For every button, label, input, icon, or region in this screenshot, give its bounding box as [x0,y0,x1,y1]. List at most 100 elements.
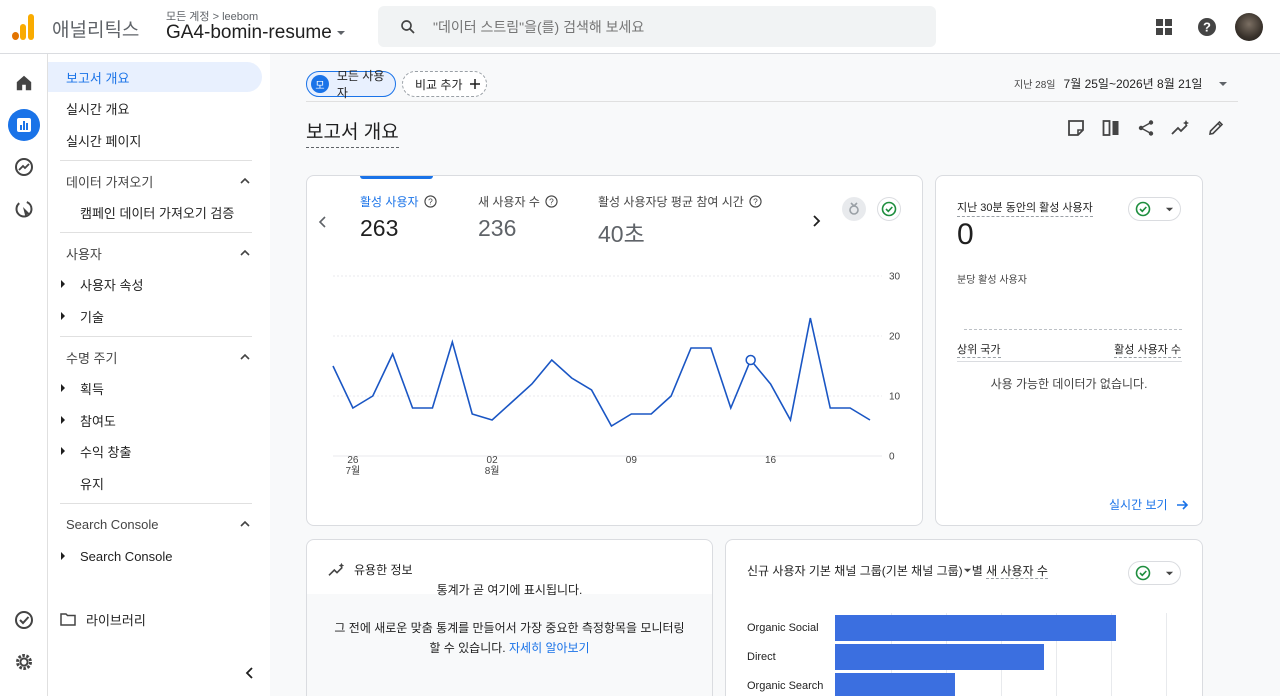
section-label: 데이터 가져오기 [66,174,154,190]
channel-bar[interactable] [835,644,1044,670]
metric-new-users[interactable]: 새 사용자 수 ? 236 [478,193,558,242]
section-search-console[interactable]: Search Console [48,509,262,539]
channel-title-mid: 별 [971,564,983,578]
sidebar-item-retention[interactable]: 유지 [48,468,262,498]
sidebar-item-label: 기술 [80,309,104,325]
help-outline-icon[interactable]: ? [545,195,558,208]
date-range-picker[interactable]: 지난 28일 7월 25일~2026년 8월 21일 [1014,75,1228,92]
app-name: 애널리틱스 [52,20,140,41]
insights-empty-title: 통계가 곧 여기에 표시됩니다. [436,583,583,597]
sidebar-item-monetization[interactable]: 수익 창출 [48,436,262,466]
search-input[interactable] [433,18,913,35]
caret-down-icon[interactable] [963,566,972,575]
gear-icon[interactable] [8,646,40,678]
metric-avg-engagement[interactable]: 활성 사용자당 평균 참여 시간 ? 40초 [598,193,762,249]
analytics-logo[interactable] [12,14,36,40]
sidebar-item-search-console[interactable]: Search Console [48,541,262,571]
property-name: GA4-bomin-resume [166,22,332,43]
property-selector[interactable]: GA4-bomin-resume [166,22,346,44]
nav-rail [0,54,48,696]
metric-active-users[interactable]: 활성 사용자 ? 263 [360,193,437,242]
per-minute-sparkline [964,329,1182,330]
realtime-options-dropdown[interactable] [1128,197,1181,221]
column-header-active-users[interactable]: 활성 사용자 수 [1114,341,1181,358]
insights-title: 유용한 정보 [354,563,413,577]
edit-icon[interactable] [1204,116,1228,140]
check-circle-icon[interactable] [877,197,901,221]
sidebar-item-label: 유지 [80,476,104,492]
column-header-country[interactable]: 상위 국가 [957,341,1001,358]
advertising-icon[interactable] [8,193,40,225]
realtime-value: 0 [957,218,974,251]
insights-description-tail: 있습니다. [458,641,506,655]
share-icon[interactable] [1134,116,1158,140]
add-comparison-button[interactable]: 비교 추가 [402,71,487,97]
avatar[interactable] [1235,13,1263,41]
chevron-left-icon[interactable] [311,210,335,234]
sidebar-item-engagement[interactable]: 참여도 [48,405,262,435]
sidebar-item-user-attributes[interactable]: 사용자 속성 [48,269,262,299]
collapse-nav-button[interactable] [238,661,262,685]
section-data-import[interactable]: 데이터 가져오기 [48,166,262,196]
sidebar-footer: 라이브러리 [60,607,264,696]
section-users[interactable]: 사용자 [48,238,262,268]
x-tick-label: 02 [487,455,499,466]
library-link[interactable]: 라이브러리 [60,607,146,631]
caret-down-icon [1219,81,1228,86]
sidebar-item-campaign-import[interactable]: 캠페인 데이터 가져오기 검증 [48,197,262,227]
sidebar-item-acquisition[interactable]: 획득 [48,373,262,403]
explore-icon[interactable] [8,151,40,183]
sidebar: 보고서 개요 실시간 개요 실시간 페이지 데이터 가져오기 캠페인 데이터 가… [48,54,270,696]
help-outline-icon[interactable]: ? [749,195,762,208]
metric-value: 40초 [598,221,645,247]
sidebar-item-realtime-pages[interactable]: 실시간 페이지 [48,125,262,155]
x-tick-month-label: 8월 [485,465,500,477]
active-users-line-chart[interactable]: 30 20 10 0 26 02 09 16 7월 8월 [307,256,922,492]
home-icon[interactable] [8,67,40,99]
chevron-up-icon [240,520,250,527]
help-icon[interactable]: ? [1195,15,1219,39]
badge-icon[interactable] [842,197,866,221]
chevron-up-icon [240,249,250,256]
channel-bar[interactable] [835,673,955,696]
view-realtime-link[interactable]: 실시간 보기 [1109,496,1189,513]
help-outline-icon[interactable]: ? [423,195,437,208]
sidebar-item-tech[interactable]: 기술 [48,301,262,331]
channel-title-prefix[interactable]: 신규 사용자 기본 채널 그룹(기본 채널 그룹) [747,564,963,578]
section-lifecycle[interactable]: 수명 주기 [48,342,262,372]
channel-title-metric[interactable]: 새 사용자 수 [986,564,1048,579]
segment-chip[interactable]: 모 모든 사용자 [306,69,396,100]
x-tick-month-label: 7월 [346,465,361,477]
channel-row-label: Organic Search [747,680,824,692]
divider [60,232,252,233]
section-label: 수명 주기 [66,350,118,366]
check-circle-icon[interactable] [8,604,40,636]
reports-icon[interactable] [8,109,40,141]
svg-text:?: ? [753,197,758,207]
metric-label: 활성 사용자당 평균 참여 시간 [598,195,744,209]
channel-bar[interactable] [835,615,1116,641]
divider [60,160,252,161]
highlight-point[interactable] [745,354,756,366]
channel-options-dropdown[interactable] [1128,561,1181,585]
search-box[interactable] [378,6,936,47]
segment-label: 모든 사용자 [336,69,385,100]
channel-row-label: Direct [747,651,776,663]
chevron-right-icon[interactable] [804,209,828,233]
caret-down-icon [1165,207,1174,211]
learn-more-link[interactable]: 자세히 알아보기 [509,641,590,655]
search-icon [401,19,415,34]
section-label: Search Console [66,516,159,532]
insights-icon[interactable] [1169,116,1193,140]
note-icon[interactable] [1064,116,1088,140]
sidebar-item-report-overview[interactable]: 보고서 개요 [48,62,262,92]
svg-text:?: ? [549,197,554,207]
segment-avatar: 모 [311,75,329,93]
check-circle-icon [1135,201,1151,217]
divider [60,336,252,337]
apps-grid-icon[interactable] [1152,15,1176,39]
sidebar-item-realtime-overview[interactable]: 실시간 개요 [48,93,262,123]
sidebar-item-label: 사용자 속성 [80,277,144,293]
compare-columns-icon[interactable] [1099,116,1123,140]
channel-row-label: Organic Social [747,622,819,634]
